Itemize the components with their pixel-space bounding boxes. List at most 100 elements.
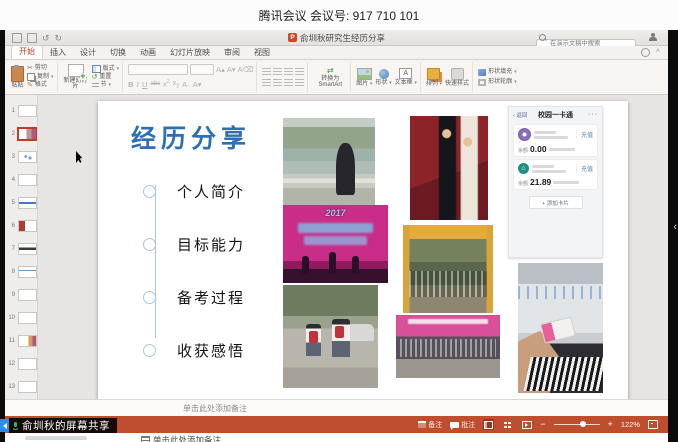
tab-插入[interactable]: 插入 (43, 47, 73, 59)
slide-thumbnail-4[interactable]: 4 (5, 168, 37, 191)
italic-button[interactable]: I (136, 80, 139, 89)
slide-sorter-view-button[interactable] (502, 419, 513, 430)
justify-button[interactable] (295, 79, 304, 87)
slide-thumbnail-13[interactable]: 13 (5, 375, 37, 398)
highlight-button[interactable]: A· (182, 80, 190, 89)
thumbnail-panel[interactable]: 12345678910111213 (5, 95, 38, 399)
clear-formatting-button[interactable]: A⌫ (238, 66, 254, 73)
notes-pane[interactable]: 单击此处添加备注 (5, 399, 668, 416)
reset-button[interactable]: ↺ 重置 (92, 74, 120, 81)
phone-header: ‹ 返回 校园一卡通 ··· (509, 107, 602, 122)
tab-切换[interactable]: 切换 (103, 47, 133, 59)
meeting-float-icon[interactable] (0, 419, 9, 432)
comments-toggle-button[interactable]: 批注 (450, 420, 475, 430)
subscript-button[interactable]: x2 (173, 78, 180, 90)
zoom-in-button[interactable]: + (608, 420, 613, 429)
insert-picture-button[interactable]: 图片 ▾ (356, 68, 372, 87)
timeline-item-2[interactable]: 目标能力 (143, 218, 245, 271)
indent-decrease-button[interactable] (284, 68, 293, 76)
superscript-button[interactable]: x2 (163, 79, 170, 89)
photo-run[interactable] (283, 285, 378, 388)
shape-fill-button[interactable]: 形状填充 ▾ (478, 69, 517, 76)
slide-canvas[interactable]: 经历分享 个人简介目标能力备考过程收获感悟 2017 (38, 95, 668, 399)
help-icon[interactable] (641, 48, 650, 57)
timeline-item-4[interactable]: 收获感悟 (143, 324, 245, 377)
photo-banquet[interactable] (410, 116, 488, 220)
zoom-level[interactable]: 122% (621, 420, 640, 429)
zoom-slider-knob[interactable] (580, 421, 586, 427)
photo-card-hand[interactable] (518, 263, 603, 393)
photo-group-pink[interactable] (396, 315, 500, 378)
strikethrough-button[interactable]: abc (150, 81, 160, 87)
phone-screenshot-campus-card[interactable]: ‹ 返回 校园一卡通 ··· 充值余额0.00⌂充值余额21.89 + 添加卡片 (508, 106, 603, 258)
phone-cards: 充值余额0.00⌂充值余额21.89 (509, 124, 602, 190)
cut-button[interactable]: ✂ 剪切 (27, 65, 54, 72)
tab-视图[interactable]: 视图 (247, 47, 277, 59)
slide-thumbnail-1[interactable]: 1 (5, 99, 37, 122)
slideshow-button[interactable] (521, 419, 532, 430)
insert-shapes-button[interactable]: 形状 ▾ (375, 69, 391, 86)
tab-开始[interactable]: 开始 (11, 45, 43, 59)
underline-button[interactable]: U (142, 80, 147, 89)
normal-view-button[interactable] (483, 419, 494, 430)
new-slide-button[interactable]: 新建幻灯片 (63, 64, 89, 90)
font-name-dropdown[interactable] (128, 64, 188, 75)
format-painter-button[interactable]: ✎ 格式 (27, 82, 54, 89)
new-doc-icon[interactable] (12, 33, 22, 43)
timeline-item-3[interactable]: 备考过程 (143, 271, 245, 324)
share-user-icon[interactable] (648, 33, 658, 42)
insert-textbox-button[interactable]: A 文本框 ▾ (395, 68, 417, 86)
quick-styles-button[interactable]: 快速样式 (445, 68, 469, 87)
slide-thumbnail-3[interactable]: 3 (5, 145, 37, 168)
slide-thumbnail-2[interactable]: 2 (5, 122, 37, 145)
slide[interactable]: 经历分享 个人简介目标能力备考过程收获感悟 2017 (98, 101, 628, 399)
shape-outline-button[interactable]: 形状轮廓 ▾ (478, 79, 517, 86)
bullets-button[interactable] (262, 68, 271, 76)
arrange-button[interactable]: 排列 ▾ (426, 68, 442, 87)
layout-button[interactable]: 版式 ▾ (92, 65, 120, 73)
align-right-button[interactable] (284, 79, 293, 87)
numbering-button[interactable] (273, 68, 282, 76)
photo-arch[interactable] (403, 225, 493, 313)
slide-thumbnail-5[interactable]: 5 (5, 191, 37, 214)
paste-button[interactable]: 粘贴 (11, 66, 24, 89)
tab-动画[interactable]: 动画 (133, 47, 163, 59)
grow-font-button[interactable]: A▴ (216, 66, 225, 73)
notes-toggle-button[interactable]: 备注 (418, 420, 442, 430)
tab-设计[interactable]: 设计 (73, 47, 103, 59)
tab-幻灯片放映[interactable]: 幻灯片放映 (163, 47, 217, 59)
save-icon[interactable] (27, 33, 37, 43)
slide-title[interactable]: 经历分享 (131, 119, 251, 155)
slide-thumbnail-8[interactable]: 8 (5, 260, 37, 283)
campus-card-2: ⌂充值余额21.89 (513, 159, 598, 190)
collapse-ribbon-icon[interactable]: ˄ (656, 48, 660, 57)
photo-stage[interactable]: 2017 (283, 205, 388, 283)
slide-thumbnail-12[interactable]: 12 (5, 352, 37, 375)
font-size-dropdown[interactable] (190, 64, 214, 75)
search-box[interactable] (536, 32, 636, 42)
slide-thumbnail-11[interactable]: 11 (5, 329, 37, 352)
zoom-out-button[interactable]: − (540, 420, 545, 429)
font-color-button[interactable]: A▾ (193, 80, 202, 89)
timeline-item-1[interactable]: 个人简介 (143, 165, 245, 218)
align-left-button[interactable] (262, 79, 271, 87)
bold-button[interactable]: B (128, 80, 133, 89)
undo-icon[interactable]: ↺ (42, 34, 50, 42)
tab-审阅[interactable]: 审阅 (217, 47, 247, 59)
redo-icon[interactable]: ↻ (55, 34, 63, 42)
zoom-slider[interactable] (554, 424, 600, 425)
panel-collapse-chevron[interactable]: ‹ (673, 222, 677, 233)
align-center-button[interactable] (273, 79, 282, 87)
copy-button[interactable]: 复制 ▾ (27, 73, 54, 81)
slide-thumbnail-9[interactable]: 9 (5, 283, 37, 306)
fit-slide-to-window-icon[interactable] (648, 420, 658, 429)
section-button[interactable]: 节 ▾ (92, 82, 120, 89)
slide-thumbnail-6[interactable]: 6 (5, 214, 37, 237)
slide-thumbnail-10[interactable]: 10 (5, 306, 37, 329)
shrink-font-button[interactable]: A▾ (227, 66, 236, 73)
photo-graduation[interactable] (283, 118, 375, 208)
indent-increase-button[interactable] (295, 68, 304, 76)
slide-thumbnail-7[interactable]: 7 (5, 237, 37, 260)
convert-smartart-button[interactable]: ⇄ 转换为SmartArt (313, 67, 347, 88)
balance-note-blur (549, 148, 575, 151)
